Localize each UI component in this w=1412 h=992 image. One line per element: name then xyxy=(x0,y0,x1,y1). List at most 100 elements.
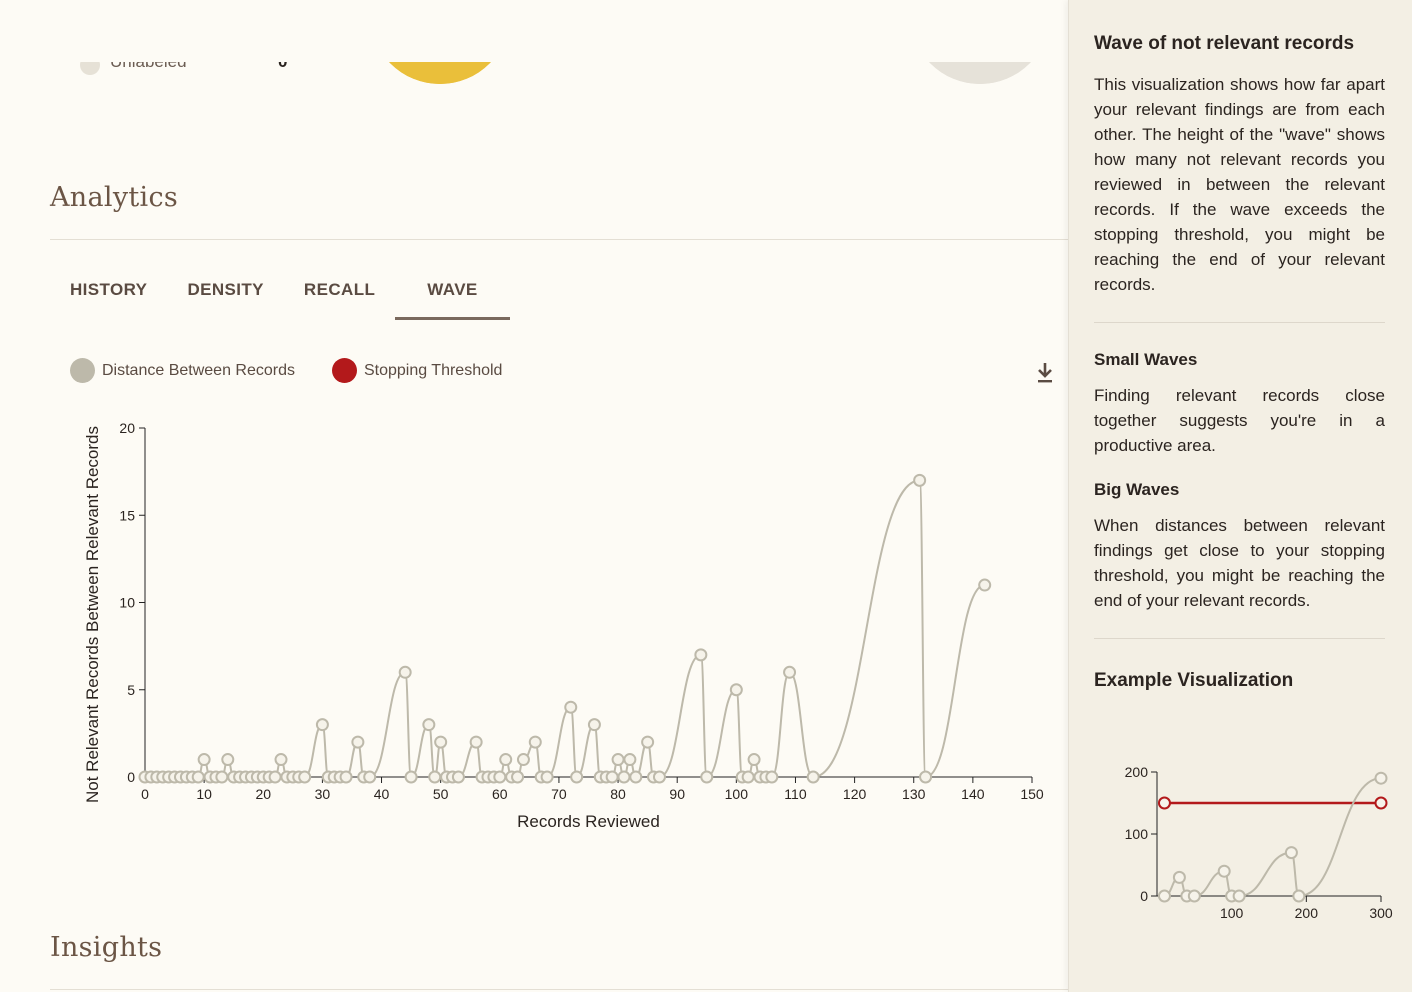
big-waves-title: Big Waves xyxy=(1094,480,1180,499)
distance-point xyxy=(428,770,442,784)
distance-point xyxy=(694,648,708,662)
x-tick-label: 90 xyxy=(669,786,685,802)
legend-item-distance[interactable]: Distance Between Records xyxy=(70,358,295,383)
tab-recall[interactable]: RECALL xyxy=(284,262,395,320)
analytics-divider xyxy=(50,239,1068,240)
x-tick-label: 100 xyxy=(725,786,749,802)
distance-point xyxy=(741,770,755,784)
distance-point xyxy=(398,665,412,679)
example-threshold-point xyxy=(1374,796,1388,810)
big-waves-text: When distances between relevant findings… xyxy=(1094,516,1385,610)
distance-point xyxy=(351,735,365,749)
y-tick-label: 20 xyxy=(119,420,135,436)
help-panel: Wave of not relevant records This visual… xyxy=(1068,0,1412,992)
example-distance-point xyxy=(1374,771,1388,785)
example-y-tick-label: 0 xyxy=(1140,888,1148,904)
unlabeled-legend-dot xyxy=(80,62,100,75)
distance-point xyxy=(978,578,992,592)
distance-point xyxy=(197,753,211,767)
distance-point xyxy=(511,770,525,784)
x-tick-label: 80 xyxy=(610,786,626,802)
example-x-tick-label: 200 xyxy=(1295,905,1319,921)
example-distance-point xyxy=(1284,846,1298,860)
distance-point xyxy=(191,770,205,784)
distance-point xyxy=(422,718,436,732)
y-axis-label: Not Relevant Records Between Relevant Re… xyxy=(83,426,102,803)
tab-density[interactable]: DENSITY xyxy=(167,262,283,320)
y-tick-label: 5 xyxy=(127,682,135,698)
example-y-tick-label: 100 xyxy=(1125,826,1149,842)
distance-point xyxy=(528,735,542,749)
help-divider-2 xyxy=(1094,638,1385,639)
example-distance-point xyxy=(1157,889,1171,903)
x-axis-label: Records Reviewed xyxy=(517,812,660,831)
distance-point xyxy=(493,770,507,784)
legend-dot-distance xyxy=(70,358,95,383)
distance-point xyxy=(919,770,933,784)
example-x-tick-label: 300 xyxy=(1369,905,1393,921)
example-title: Example Visualization xyxy=(1094,670,1294,691)
distance-point xyxy=(617,770,631,784)
x-tick-label: 130 xyxy=(902,786,926,802)
distance-line xyxy=(145,479,985,779)
example-y-tick-label: 200 xyxy=(1125,764,1149,780)
distance-point xyxy=(221,753,235,767)
download-icon[interactable] xyxy=(1034,360,1056,386)
x-tick-label: 120 xyxy=(843,786,867,802)
distance-point xyxy=(516,753,530,767)
wave-chart: 0 10 20 30 40 50 60 70 80 90 100 110 120 130 140 150 0 5 1… xyxy=(83,420,1044,831)
small-waves-text: Finding relevant records close together … xyxy=(1094,386,1385,455)
analytics-tabs: HISTORY DENSITY RECALL WAVE xyxy=(50,262,510,320)
distance-point xyxy=(215,770,229,784)
distance-point xyxy=(700,770,714,784)
example-distance-line xyxy=(1164,777,1382,898)
distance-point xyxy=(611,753,625,767)
distance-point xyxy=(363,770,377,784)
legend-item-threshold[interactable]: Stopping Threshold xyxy=(331,358,503,383)
example-threshold-point xyxy=(1157,796,1171,810)
example-distance-point xyxy=(1172,870,1186,884)
tab-history[interactable]: HISTORY xyxy=(50,262,167,320)
y-tick-label: 10 xyxy=(119,595,135,611)
x-tick-label: 40 xyxy=(374,786,390,802)
distance-point xyxy=(315,718,329,732)
x-tick-label: 20 xyxy=(255,786,271,802)
distance-point xyxy=(652,770,666,784)
example-distance-point xyxy=(1292,889,1306,903)
distance-point xyxy=(339,770,353,784)
help-panel-intro: This visualization shows how far apart y… xyxy=(1094,75,1385,294)
chart-legend: Distance Between Records Stopping Thresh… xyxy=(70,358,539,383)
insights-divider xyxy=(50,989,1068,990)
distance-point xyxy=(623,753,637,767)
distance-point xyxy=(540,770,554,784)
x-tick-label: 70 xyxy=(551,786,567,802)
small-waves-title: Small Waves xyxy=(1094,350,1198,369)
x-tick-label: 110 xyxy=(784,786,807,802)
example-chart: 100 200 300 0 100 200 xyxy=(1125,764,1393,921)
distance-point xyxy=(451,770,465,784)
x-tick-label: 0 xyxy=(141,786,149,802)
unlabeled-count: 0 xyxy=(278,62,287,72)
distance-point xyxy=(298,770,312,784)
distance-point xyxy=(587,718,601,732)
distance-point xyxy=(274,753,288,767)
distance-point xyxy=(765,770,779,784)
example-x-tick-label: 100 xyxy=(1220,905,1244,921)
distance-point xyxy=(434,735,448,749)
tab-wave[interactable]: WAVE xyxy=(395,262,510,320)
distance-point xyxy=(564,700,578,714)
legend-dot-threshold xyxy=(331,358,357,383)
legend-label-threshold: Stopping Threshold xyxy=(363,361,503,379)
distance-point xyxy=(268,770,282,784)
insights-title: Insights xyxy=(50,932,163,963)
distance-point xyxy=(747,753,761,767)
example-distance-point xyxy=(1232,889,1246,903)
distance-point xyxy=(641,735,655,749)
y-tick-label: 0 xyxy=(127,769,135,785)
y-tick-label: 15 xyxy=(119,507,135,523)
x-tick-label: 60 xyxy=(492,786,508,802)
unlabeled-label: Unlabeled xyxy=(110,62,187,72)
x-tick-label: 30 xyxy=(315,786,331,802)
help-panel-title: Wave of not relevant records xyxy=(1094,33,1355,54)
distance-point xyxy=(499,753,513,767)
